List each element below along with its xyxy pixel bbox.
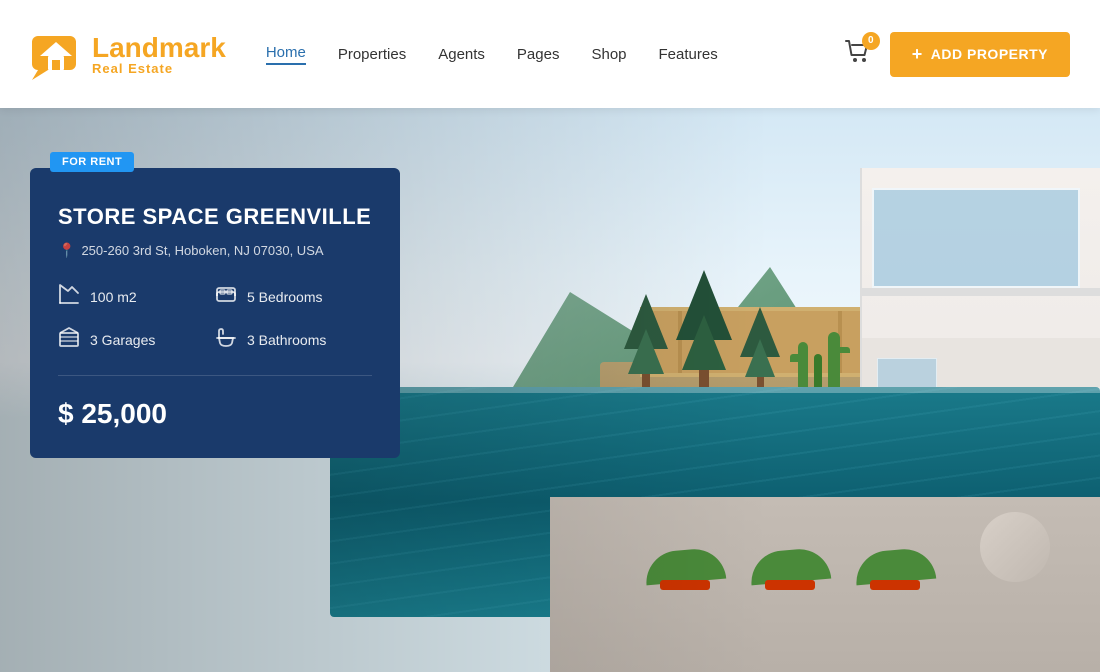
feature-bathrooms-label: 3 Bathrooms xyxy=(247,332,326,348)
property-price: $ 25,000 xyxy=(58,398,167,429)
nav-item-features[interactable]: Features xyxy=(659,46,718,63)
header-right: 0 + ADD PROPERTY xyxy=(844,32,1070,77)
property-card: FOR RENT STORE SPACE GREENVILLE 📍 250-26… xyxy=(30,168,400,458)
pin-icon: 📍 xyxy=(58,242,75,259)
features-grid: 100 m2 5 Bedrooms xyxy=(58,283,372,353)
bed-icon xyxy=(215,283,237,310)
price-prefix: $ xyxy=(58,398,74,429)
add-property-label: ADD PROPERTY xyxy=(931,46,1048,62)
price-section: $ 25,000 xyxy=(30,398,400,430)
logo[interactable]: Landmark Real Estate xyxy=(30,28,226,80)
area-icon xyxy=(58,283,80,310)
header: Landmark Real Estate Home Properties Age… xyxy=(0,0,1100,108)
main-nav: Home Properties Agents Pages Shop Featur… xyxy=(266,44,844,65)
logo-subtitle: Real Estate xyxy=(92,62,226,75)
feature-garages: 3 Garages xyxy=(58,326,215,353)
garage-icon xyxy=(58,326,80,353)
price-value: 25,000 xyxy=(81,398,167,429)
nav-item-pages[interactable]: Pages xyxy=(517,46,560,63)
property-address: 📍 250-260 3rd St, Hoboken, NJ 07030, USA xyxy=(58,242,372,259)
feature-bedrooms-label: 5 Bedrooms xyxy=(247,289,322,305)
feature-bedrooms: 5 Bedrooms xyxy=(215,283,372,310)
nav-item-agents[interactable]: Agents xyxy=(438,46,485,63)
feature-area-label: 100 m2 xyxy=(90,289,137,305)
card-divider xyxy=(58,375,372,376)
feature-bathrooms: 3 Bathrooms xyxy=(215,326,372,353)
bath-icon xyxy=(215,326,237,353)
card-body: STORE SPACE GREENVILLE 📍 250-260 3rd St,… xyxy=(30,168,400,353)
feature-area: 100 m2 xyxy=(58,283,215,310)
cart-badge: 0 xyxy=(862,32,880,50)
logo-text: Landmark Real Estate xyxy=(92,34,226,75)
cart-button[interactable]: 0 xyxy=(844,38,872,71)
nav-item-shop[interactable]: Shop xyxy=(591,46,626,63)
logo-brand: Landmark xyxy=(92,34,226,62)
property-title: STORE SPACE GREENVILLE xyxy=(58,204,372,230)
feature-garages-label: 3 Garages xyxy=(90,332,155,348)
for-rent-badge: FOR RENT xyxy=(50,152,134,172)
add-property-button[interactable]: + ADD PROPERTY xyxy=(890,32,1070,77)
address-text: 250-260 3rd St, Hoboken, NJ 07030, USA xyxy=(81,243,323,258)
hero-section: FOR RENT STORE SPACE GREENVILLE 📍 250-26… xyxy=(0,108,1100,672)
nav-item-home[interactable]: Home xyxy=(266,44,306,65)
nav-item-properties[interactable]: Properties xyxy=(338,46,406,63)
logo-icon xyxy=(30,28,82,80)
plus-icon: + xyxy=(912,44,923,65)
